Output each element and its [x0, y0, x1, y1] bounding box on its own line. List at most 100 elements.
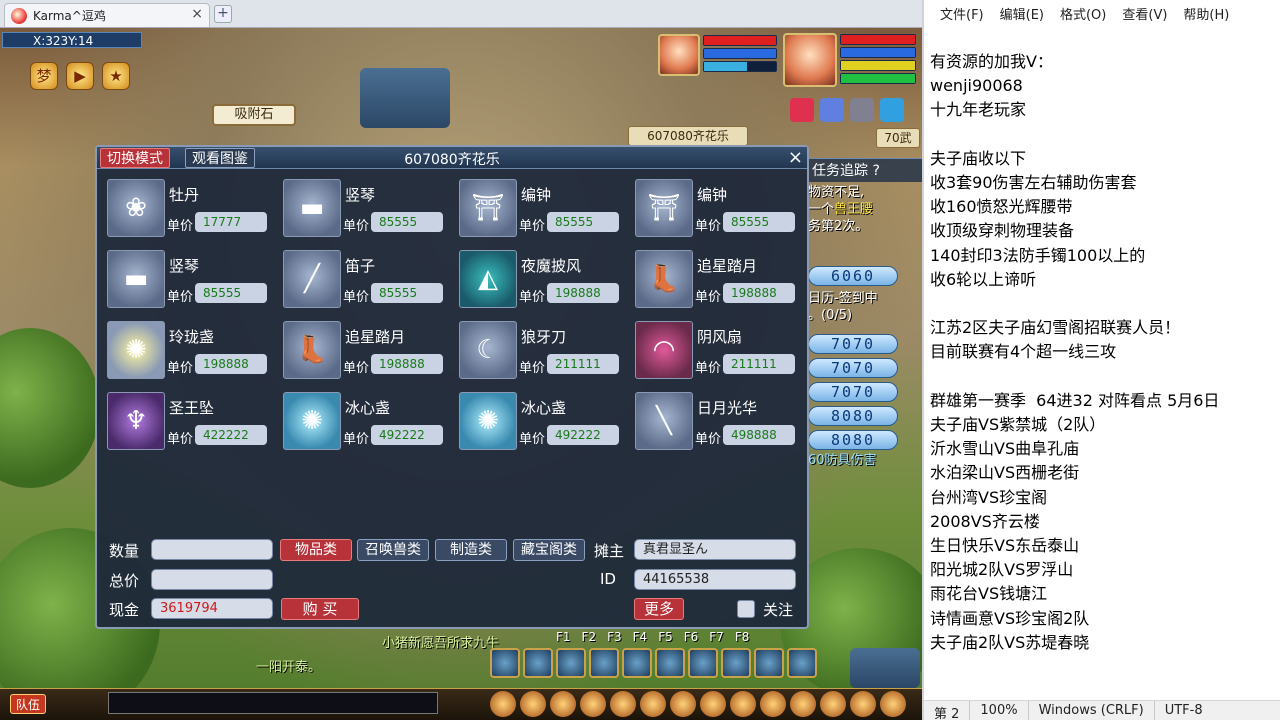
- stall-item[interactable]: ▬ 竖琴 单价 85555: [107, 250, 277, 310]
- menu-icon[interactable]: [490, 691, 516, 717]
- code-button[interactable]: 8080: [808, 430, 898, 450]
- stall-item[interactable]: ✺ 玲珑盏 单价 198888: [107, 321, 277, 381]
- stall-item[interactable]: ╲ 日月光华 单价 498888: [635, 392, 805, 452]
- menu-edit[interactable]: 编辑(E): [992, 0, 1052, 24]
- stall-item[interactable]: ☾ 狼牙刀 单价 211111: [459, 321, 629, 381]
- skill-slot-icon[interactable]: [490, 648, 520, 678]
- code-button[interactable]: 7070: [808, 358, 898, 378]
- menu-icon[interactable]: [520, 691, 546, 717]
- code-button[interactable]: 8080: [808, 406, 898, 426]
- category-items-tab[interactable]: 物品类: [280, 539, 352, 561]
- menu-icon[interactable]: [790, 691, 816, 717]
- orb-icon[interactable]: [850, 98, 874, 122]
- skill-slot-icon[interactable]: [655, 648, 685, 678]
- team-button[interactable]: 队伍: [10, 694, 46, 714]
- player-portrait[interactable]: [783, 33, 837, 87]
- menu-icon[interactable]: [730, 691, 756, 717]
- menu-icon[interactable]: [550, 691, 576, 717]
- code-button[interactable]: 6060: [808, 266, 898, 286]
- menu-format[interactable]: 格式(O): [1052, 0, 1114, 24]
- menu-icon[interactable]: [670, 691, 696, 717]
- event-icon[interactable]: ★: [102, 62, 130, 90]
- notepad-text-area[interactable]: 有资源的加我V： wenji90068 十九年老玩家 夫子庙收以下 收3套90伤害左右…: [930, 50, 1278, 655]
- menu-view[interactable]: 查看(V): [1114, 0, 1175, 24]
- stall-sign[interactable]: 607080齐花乐: [628, 126, 748, 146]
- quest-bottom-text[interactable]: 60防具伤害: [808, 452, 920, 469]
- stall-item[interactable]: ╱ 笛子 单价 85555: [283, 250, 453, 310]
- stall-item[interactable]: ♆ 圣王坠 单价 422222: [107, 392, 277, 452]
- stall-item[interactable]: 👢 追星踏月 单价 198888: [283, 321, 453, 381]
- skill-slot-icon[interactable]: [556, 648, 586, 678]
- menu-icon[interactable]: [640, 691, 666, 717]
- menu-icon[interactable]: [850, 691, 876, 717]
- stall-item[interactable]: ◠ 阴风扇 单价 211111: [635, 321, 805, 381]
- browser-tab[interactable]: Karma^逗鸡 ×: [4, 3, 210, 27]
- heart-icon[interactable]: [790, 98, 814, 122]
- skill-slot-icon[interactable]: [721, 648, 751, 678]
- shield-icon[interactable]: [880, 98, 904, 122]
- price-label: 单价: [695, 219, 722, 234]
- close-icon[interactable]: ×: [788, 148, 803, 168]
- minimap-building-icon[interactable]: [850, 648, 920, 688]
- close-tab-icon[interactable]: ×: [191, 6, 203, 22]
- hotkey-labels: F1 F2 F3 F4 F5 F6 F7 F8: [556, 630, 749, 644]
- skill-slot-icon[interactable]: [589, 648, 619, 678]
- skill-slot-icon[interactable]: [688, 648, 718, 678]
- menu-icon[interactable]: [580, 691, 606, 717]
- menu-icon[interactable]: [610, 691, 636, 717]
- hotkey-label: F8: [734, 630, 750, 644]
- stall-item[interactable]: ❀ 牡丹 单价 17777: [107, 179, 277, 239]
- gem-icon[interactable]: [820, 98, 844, 122]
- menu-icon[interactable]: [820, 691, 846, 717]
- category-crafting-tab[interactable]: 制造类: [435, 539, 507, 561]
- category-treasure-tab[interactable]: 藏宝阁类: [513, 539, 585, 561]
- text-line: 雨花台VS钱塘江: [930, 584, 1048, 604]
- more-button[interactable]: 更多: [634, 598, 684, 620]
- skill-slot-icon[interactable]: [523, 648, 553, 678]
- item-price: 17777: [195, 212, 267, 232]
- stall-item[interactable]: ▬ 竖琴 单价 85555: [283, 179, 453, 239]
- quest-tracker-title[interactable]: 任务追踪 ?: [808, 158, 922, 182]
- new-tab-button[interactable]: +: [214, 5, 232, 23]
- stall-item[interactable]: ✺ 冰心盏 单价 492222: [283, 392, 453, 452]
- status-zoom: 100%: [969, 701, 1027, 720]
- pet-portrait[interactable]: [658, 34, 700, 76]
- stall-sign-2[interactable]: 70武: [876, 128, 920, 148]
- quantity-input[interactable]: [151, 539, 273, 560]
- menu-icon[interactable]: [760, 691, 786, 717]
- item-name: 冰心盏: [521, 399, 567, 417]
- price-label: 单价: [519, 290, 546, 305]
- stall-item[interactable]: ⛩ 编钟 单价 85555: [635, 179, 805, 239]
- stall-item[interactable]: ✺ 冰心盏 单价 492222: [459, 392, 629, 452]
- text-line: 江苏2区夫子庙幻雪阁招联赛人员！: [930, 318, 1181, 338]
- video-icon[interactable]: ▶: [66, 62, 94, 90]
- item-price: 492222: [371, 425, 443, 445]
- price-label: 单价: [519, 361, 546, 376]
- category-pets-tab[interactable]: 召唤兽类: [357, 539, 429, 561]
- stall-item[interactable]: ⛩ 编钟 单价 85555: [459, 179, 629, 239]
- menu-icon[interactable]: [880, 691, 906, 717]
- quest-tracker-text: 物资不足, 一个兽王腰 务第2次。: [808, 184, 920, 235]
- stall-dialog: 切换模式 观看图鉴 607080齐花乐 × ❀ 牡丹 单价 17777 ▬ 竖琴…: [95, 145, 809, 629]
- item-name: 追星踏月: [697, 257, 758, 275]
- menu-file[interactable]: 文件(F): [932, 0, 992, 24]
- buy-button[interactable]: 购 买: [281, 598, 359, 620]
- quest-tracker-text-2: 日历-签到中 。(0/5): [808, 290, 920, 324]
- quest-link[interactable]: 兽王腰: [834, 202, 873, 217]
- stall-item[interactable]: 👢 追星踏月 单价 198888: [635, 250, 805, 310]
- menu-icon[interactable]: [700, 691, 726, 717]
- follow-checkbox[interactable]: [737, 600, 755, 618]
- activity-icon[interactable]: 梦: [30, 62, 58, 90]
- item-price: 211111: [547, 354, 619, 374]
- stall-item[interactable]: ◭ 夜魔披风 单价 198888: [459, 250, 629, 310]
- skill-slot-icon[interactable]: [754, 648, 784, 678]
- price-label: 单价: [695, 361, 722, 376]
- skill-slot-icon[interactable]: [787, 648, 817, 678]
- code-button[interactable]: 7070: [808, 382, 898, 402]
- chat-input[interactable]: [108, 692, 438, 714]
- npc-sign[interactable]: 吸附石: [212, 104, 296, 126]
- skill-slot-icon[interactable]: [622, 648, 652, 678]
- menu-help[interactable]: 帮助(H): [1175, 0, 1237, 24]
- code-button[interactable]: 7070: [808, 334, 898, 354]
- blade-icon: ☾: [459, 321, 517, 379]
